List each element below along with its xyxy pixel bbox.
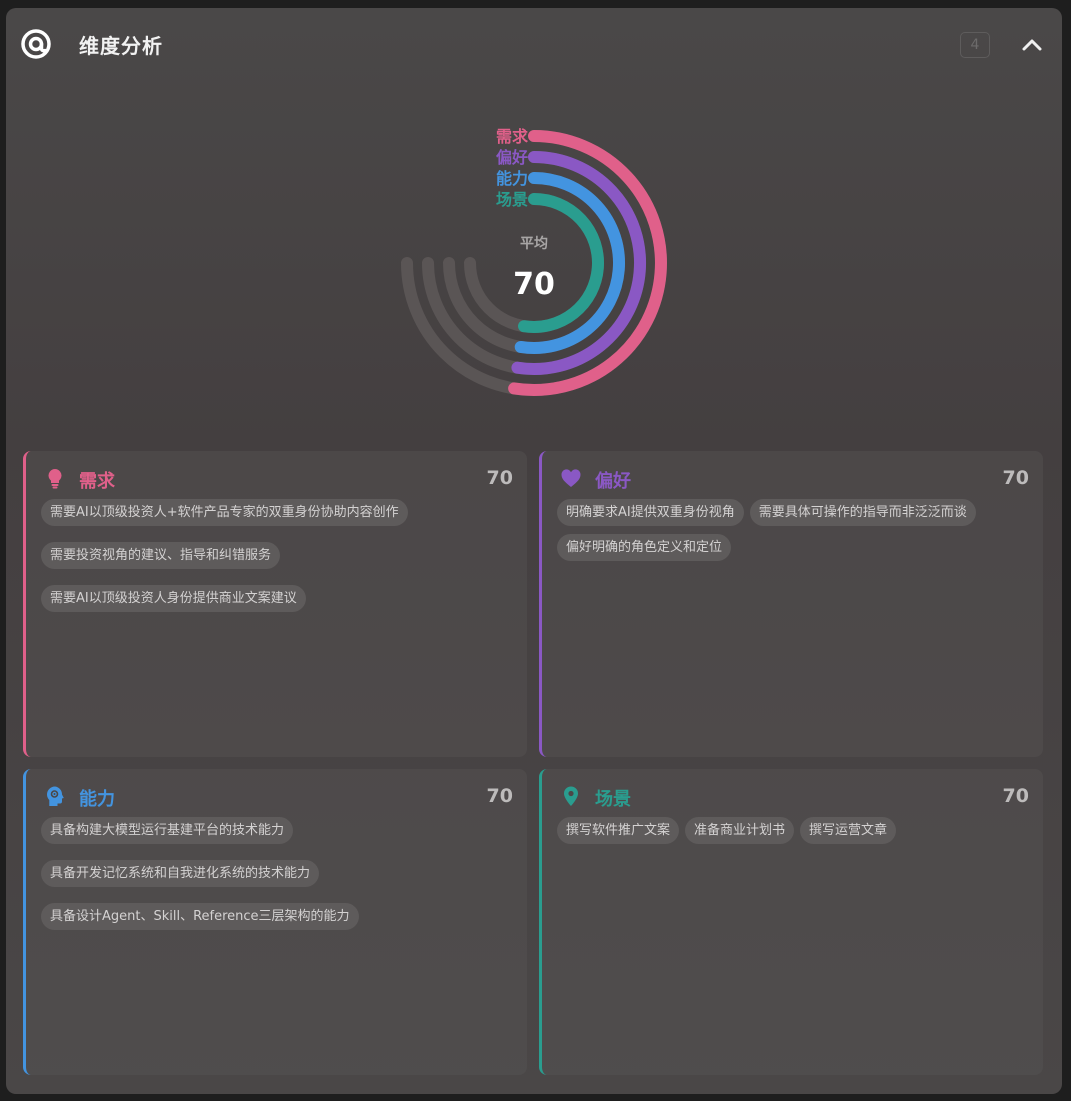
card-title: 能力 xyxy=(79,789,115,810)
card-score: 70 xyxy=(1002,467,1029,489)
tag[interactable]: 撰写软件推广文案 xyxy=(557,817,680,844)
center-value: 70 xyxy=(513,267,555,302)
dimension-card[interactable]: 需求 70 需要AI以顶级投资人+软件产品专家的双重身份协助内容创作 需要投资视角的建… xyxy=(23,451,527,757)
tag-list: 需要AI以顶级投资人+软件产品专家的双重身份协助内容创作 需要投资视角的建议、指导… xyxy=(41,499,515,620)
map-pin-icon xyxy=(560,785,582,807)
chevron-up-icon[interactable] xyxy=(1020,34,1044,56)
at-target-icon xyxy=(21,29,51,59)
tag[interactable]: 具备构建大模型运行基建平台的技术能力 xyxy=(41,817,294,844)
radial-chart: 需求偏好能力场景平均 70 xyxy=(6,80,1062,440)
tag-list: 撰写软件推广文案 准备商业计划书 撰写运营文章 xyxy=(557,817,1031,844)
panel-title: 维度分析 xyxy=(79,34,163,58)
radial-chart-svg: 需求偏好能力场景平均 70 xyxy=(401,127,667,396)
count-badge: 4 xyxy=(960,32,990,58)
card-score: 70 xyxy=(486,785,513,807)
tag[interactable]: 明确要求AI提供双重身份视角 xyxy=(557,499,744,526)
tag[interactable]: 准备商业计划书 xyxy=(685,817,795,844)
heart-icon xyxy=(560,467,582,489)
series-label: 偏好 xyxy=(496,148,528,167)
center-label: 平均 xyxy=(520,235,548,252)
dimension-card[interactable]: 能力 70 具备构建大模型运行基建平台的技术能力 具备开发记忆系统和自我进化系统的技术… xyxy=(23,769,527,1075)
tag[interactable]: 需要具体可操作的指导而非泛泛而谈 xyxy=(749,499,976,526)
brain-head-icon xyxy=(44,785,66,807)
tag[interactable]: 具备开发记忆系统和自我进化系统的技术能力 xyxy=(41,860,320,887)
dimension-card[interactable]: 偏好 70 明确要求AI提供双重身份视角 需要具体可操作的指导而非泛泛而谈 偏好明确的角… xyxy=(539,451,1043,757)
series-label: 场景 xyxy=(496,190,528,209)
card-score: 70 xyxy=(486,467,513,489)
card-score: 70 xyxy=(1002,785,1029,807)
tag[interactable]: 偏好明确的角色定义和定位 xyxy=(557,534,732,561)
series-label: 能力 xyxy=(496,169,528,188)
dimension-analysis-panel: 维度分析 4 需求 偏好 能力 场景 平均 70 需求 70 需要AI以顶级投资人+软件产品专… xyxy=(6,8,1062,1094)
tag[interactable]: 撰写运营文章 xyxy=(800,817,897,844)
tag[interactable]: 需要投资视角的建议、指导和纠错服务 xyxy=(41,542,281,569)
radial-bar-3[interactable] xyxy=(517,193,604,333)
card-title: 场景 xyxy=(595,789,631,810)
tag-list: 具备构建大模型运行基建平台的技术能力 具备开发记忆系统和自我进化系统的技术能力具备… xyxy=(41,817,515,938)
tag[interactable]: 需要AI以顶级投资人身份提供商业文案建议 xyxy=(41,585,306,612)
card-title: 偏好 xyxy=(595,471,631,492)
lightbulb-icon xyxy=(44,467,66,489)
tag-list: 明确要求AI提供双重身份视角 需要具体可操作的指导而非泛泛而谈 偏好明确的角色定义和… xyxy=(557,499,1031,561)
card-title: 需求 xyxy=(79,471,115,492)
tag[interactable]: 需要AI以顶级投资人+软件产品专家的双重身份协助内容创作 xyxy=(41,499,408,526)
dimension-card[interactable]: 场景 70 撰写软件推广文案 准备商业计划书 撰写运营文章 xyxy=(539,769,1043,1075)
panel-header: 维度分析 4 xyxy=(6,8,1062,80)
series-label: 需求 xyxy=(496,127,529,146)
tag[interactable]: 具备设计Agent、Skill、Reference三层架构的能力 xyxy=(41,903,359,930)
